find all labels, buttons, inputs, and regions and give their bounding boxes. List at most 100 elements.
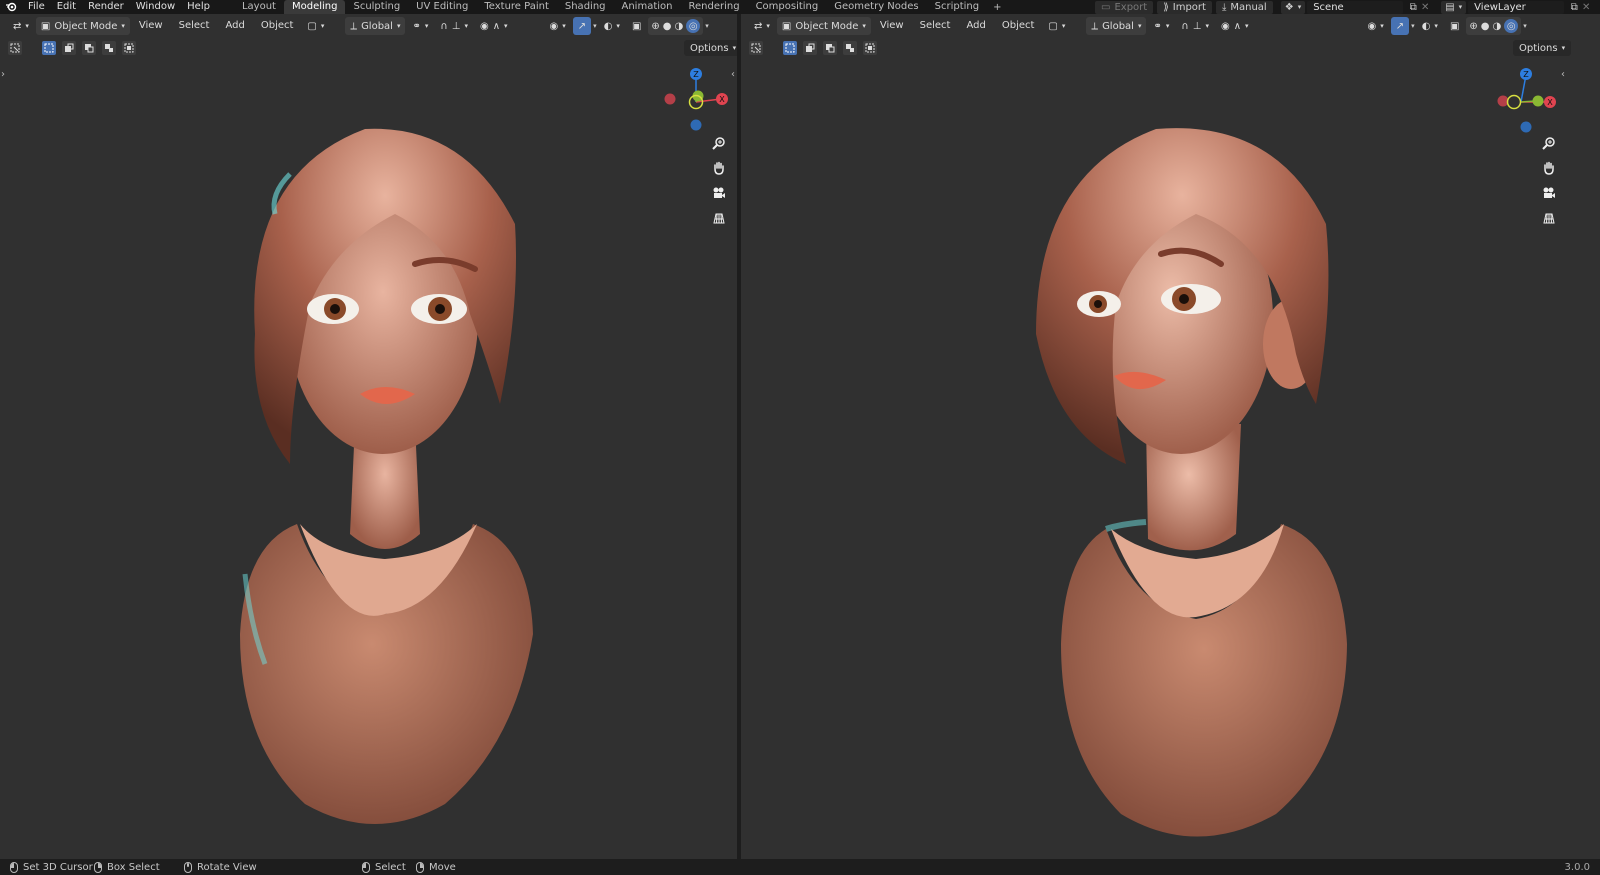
tab-animation[interactable]: Animation bbox=[614, 0, 681, 14]
tool-select-icon[interactable] bbox=[749, 41, 763, 55]
xray-toggle[interactable]: ▣ bbox=[627, 17, 646, 35]
character-model-front[interactable] bbox=[215, 104, 555, 844]
pan-hand-icon[interactable] bbox=[1538, 157, 1560, 179]
manual-button[interactable]: ⤓ Manual bbox=[1215, 0, 1273, 14]
overlays-toggle[interactable]: ◐ ▾ bbox=[1417, 17, 1443, 35]
pivot-button[interactable]: ⚭ ▾ bbox=[1148, 17, 1174, 35]
gizmo-toggle[interactable]: ↗ bbox=[572, 17, 592, 35]
select-extend-icon[interactable] bbox=[803, 41, 817, 55]
overlays-toggle[interactable]: ◐ ▾ bbox=[599, 17, 625, 35]
copy-scene-icon[interactable]: ⧉ bbox=[1407, 1, 1419, 13]
toolbar-expand-icon[interactable]: › bbox=[1, 69, 5, 80]
select-invert-icon[interactable] bbox=[102, 41, 116, 55]
menu-add[interactable]: Add bbox=[959, 17, 992, 35]
visibility-button[interactable]: ◉ ▾ bbox=[1363, 17, 1389, 35]
scene-name-field[interactable]: Scene bbox=[1307, 0, 1404, 14]
menu-render[interactable]: Render bbox=[82, 0, 130, 14]
proportional-edit-toggle[interactable]: ◉ ∧ ▾ bbox=[1216, 17, 1254, 35]
import-button[interactable]: ⟫ Import bbox=[1157, 0, 1212, 14]
neg-z-axis-icon[interactable] bbox=[1520, 121, 1532, 133]
tab-scripting[interactable]: Scripting bbox=[927, 0, 987, 14]
pivot-button[interactable]: ⚭ ▾ bbox=[407, 17, 433, 35]
close-viewlayer-icon[interactable]: ✕ bbox=[1580, 1, 1592, 13]
ortho-grid-icon[interactable] bbox=[708, 207, 730, 229]
shading-dropdown-arrow[interactable]: ▾ bbox=[705, 22, 709, 30]
neg-x-axis-icon[interactable] bbox=[664, 93, 676, 105]
proportional-edit-toggle[interactable]: ◉ ∧ ▾ bbox=[475, 17, 513, 35]
editor-type-button[interactable]: ⇄ ▾ bbox=[749, 17, 775, 35]
blender-logo-icon[interactable] bbox=[0, 0, 22, 14]
snap-target-button[interactable]: ▢ ▾ bbox=[1043, 17, 1070, 35]
menu-window[interactable]: Window bbox=[130, 0, 181, 14]
select-new-icon[interactable] bbox=[783, 41, 797, 55]
mode-dropdown[interactable]: ▣ Object Mode ▾ bbox=[35, 17, 130, 35]
export-button[interactable]: ▭ Export bbox=[1095, 0, 1154, 14]
select-intersect-icon[interactable] bbox=[863, 41, 877, 55]
select-subtract-icon[interactable] bbox=[823, 41, 837, 55]
menu-select[interactable]: Select bbox=[172, 17, 217, 35]
rendered-shading-icon[interactable]: ◎ bbox=[1504, 19, 1519, 33]
material-shading-icon[interactable]: ◑ bbox=[1493, 21, 1502, 32]
solid-shading-icon[interactable]: ● bbox=[1481, 21, 1490, 32]
select-invert-icon[interactable] bbox=[843, 41, 857, 55]
ortho-grid-icon[interactable] bbox=[1538, 207, 1560, 229]
tab-compositing[interactable]: Compositing bbox=[748, 0, 827, 14]
menu-object[interactable]: Object bbox=[254, 17, 301, 35]
y-axis-icon[interactable] bbox=[1532, 95, 1544, 107]
orientation-dropdown[interactable]: ⟂ Global ▾ bbox=[345, 17, 406, 35]
menu-object[interactable]: Object bbox=[995, 17, 1042, 35]
gizmo-dropdown-arrow[interactable]: ▾ bbox=[1411, 22, 1415, 30]
zoom-icon[interactable] bbox=[1538, 132, 1560, 154]
zoom-icon[interactable] bbox=[708, 132, 730, 154]
menu-add[interactable]: Add bbox=[218, 17, 251, 35]
viewport-right[interactable]: ⇄ ▾ ▣ Object Mode ▾ View Select Add Object … bbox=[741, 14, 1600, 859]
tab-texture-paint[interactable]: Texture Paint bbox=[476, 0, 557, 14]
menu-view[interactable]: View bbox=[132, 17, 170, 35]
select-intersect-icon[interactable] bbox=[122, 41, 136, 55]
editor-type-button[interactable]: ⇄ ▾ bbox=[8, 17, 34, 35]
shading-dropdown-arrow[interactable]: ▾ bbox=[1523, 22, 1527, 30]
neg-z-axis-icon[interactable] bbox=[690, 119, 702, 131]
material-shading-icon[interactable]: ◑ bbox=[675, 21, 684, 32]
camera-icon[interactable] bbox=[708, 182, 730, 204]
menu-view[interactable]: View bbox=[873, 17, 911, 35]
copy-viewlayer-icon[interactable]: ⧉ bbox=[1568, 1, 1580, 13]
tab-sculpting[interactable]: Sculpting bbox=[345, 0, 408, 14]
sidebar-expand-icon[interactable]: ‹ bbox=[1561, 69, 1565, 80]
menu-select[interactable]: Select bbox=[913, 17, 958, 35]
tab-geometry-nodes[interactable]: Geometry Nodes bbox=[826, 0, 926, 14]
options-button[interactable]: Options ▾ bbox=[684, 40, 737, 56]
viewport-left[interactable]: ⇄ ▾ ▣ Object Mode ▾ View Select Add Object … bbox=[0, 14, 737, 859]
menu-file[interactable]: File bbox=[22, 0, 51, 14]
camera-icon[interactable] bbox=[1538, 182, 1560, 204]
add-workspace-button[interactable]: + bbox=[987, 2, 1007, 13]
solid-shading-icon[interactable]: ● bbox=[663, 21, 672, 32]
scene-selector-button[interactable]: ❖ ▾ bbox=[1280, 0, 1306, 14]
tab-uv-editing[interactable]: UV Editing bbox=[408, 0, 476, 14]
sidebar-expand-icon[interactable]: ‹ bbox=[731, 69, 735, 80]
close-scene-icon[interactable]: ✕ bbox=[1419, 1, 1431, 13]
options-button[interactable]: Options ▾ bbox=[1513, 40, 1572, 56]
pan-hand-icon[interactable] bbox=[708, 157, 730, 179]
mode-dropdown[interactable]: ▣ Object Mode ▾ bbox=[776, 17, 871, 35]
snap-target-button[interactable]: ▢ ▾ bbox=[302, 17, 329, 35]
tool-select-icon[interactable] bbox=[8, 41, 22, 55]
navigation-gizmo[interactable]: Z X bbox=[1491, 65, 1561, 135]
orientation-dropdown[interactable]: ⟂ Global ▾ bbox=[1086, 17, 1147, 35]
visibility-button[interactable]: ◉ ▾ bbox=[545, 17, 571, 35]
wireframe-shading-icon[interactable]: ⊕ bbox=[1469, 21, 1477, 32]
select-subtract-icon[interactable] bbox=[82, 41, 96, 55]
tab-shading[interactable]: Shading bbox=[557, 0, 614, 14]
snap-toggle[interactable]: ∩ ⊥ ▾ bbox=[1176, 17, 1214, 35]
tab-modeling[interactable]: Modeling bbox=[283, 0, 346, 14]
gizmo-toggle[interactable]: ↗ bbox=[1390, 17, 1410, 35]
viewlayer-name-field[interactable]: ViewLayer bbox=[1468, 0, 1565, 14]
wireframe-shading-icon[interactable]: ⊕ bbox=[651, 21, 659, 32]
character-model-three-quarter[interactable] bbox=[1036, 104, 1376, 854]
tab-layout[interactable]: Layout bbox=[234, 0, 284, 14]
xray-toggle[interactable]: ▣ bbox=[1445, 17, 1464, 35]
navigation-gizmo[interactable]: Z X bbox=[661, 65, 731, 135]
gizmo-dropdown-arrow[interactable]: ▾ bbox=[593, 22, 597, 30]
select-new-icon[interactable] bbox=[42, 41, 56, 55]
menu-edit[interactable]: Edit bbox=[51, 0, 82, 14]
